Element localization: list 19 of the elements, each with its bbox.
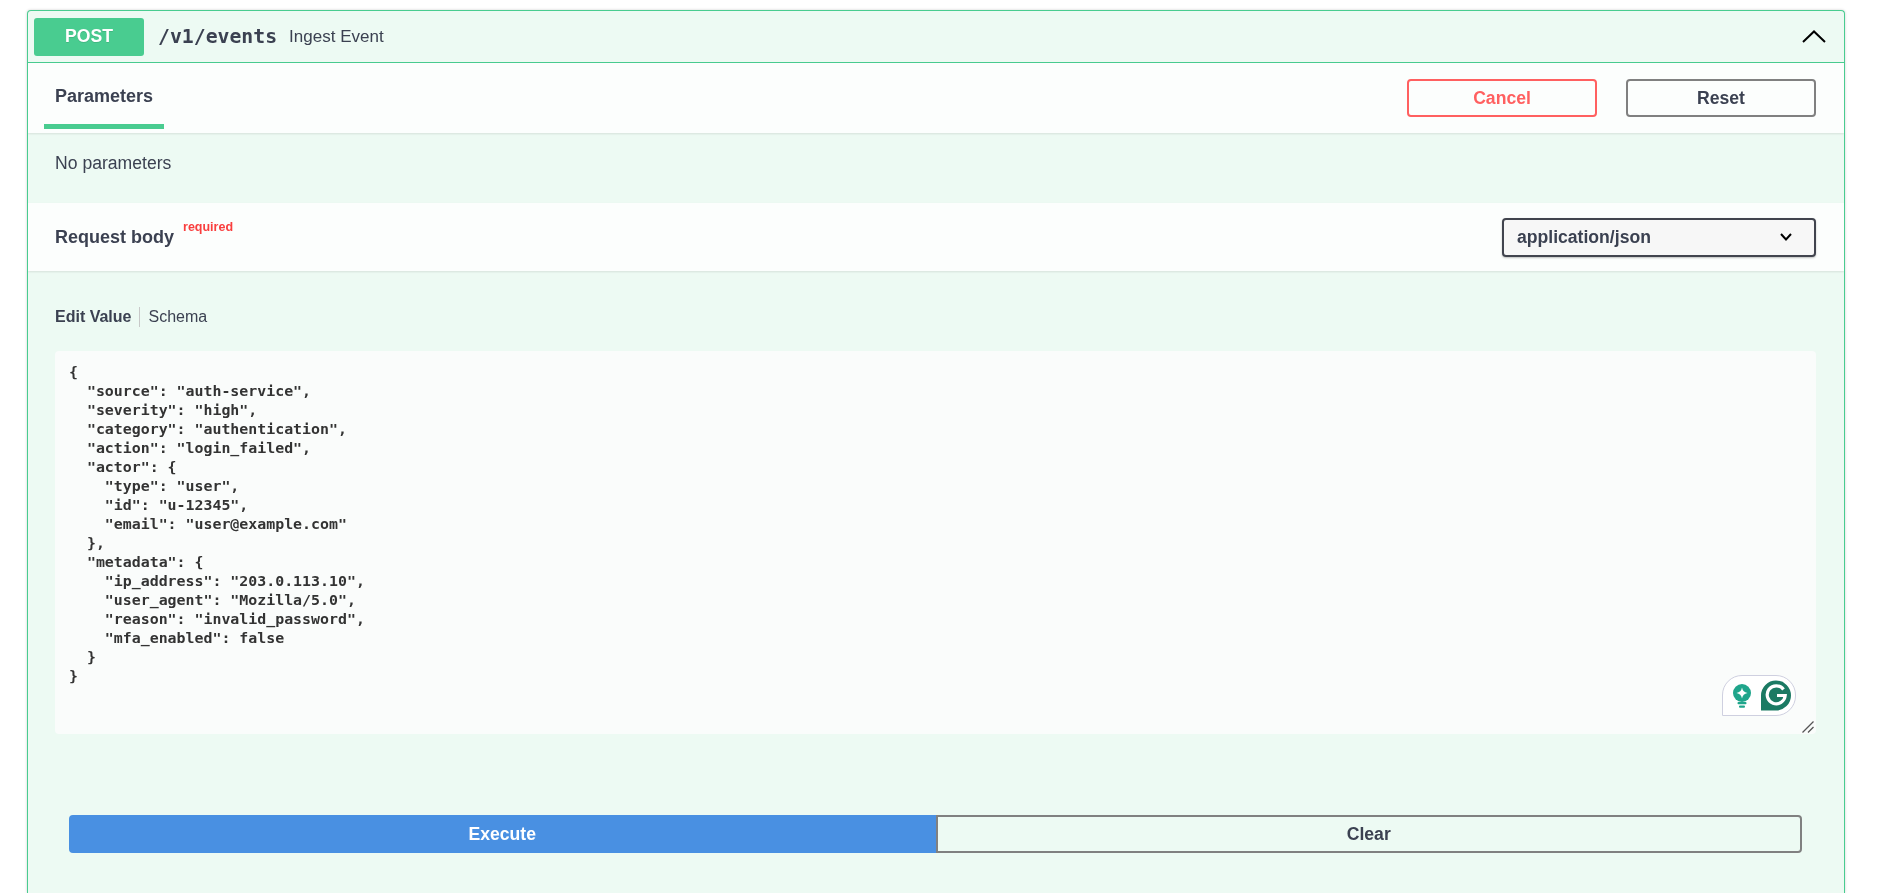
method-badge: POST xyxy=(34,17,144,56)
view-tab[interactable]: Edit Value xyxy=(55,308,132,326)
endpoint-summary: Ingest Event xyxy=(289,26,384,47)
parameters-tab[interactable]: Parameters xyxy=(44,63,165,129)
reset-button[interactable]: Reset xyxy=(1626,79,1816,117)
content-type-dropdown[interactable]: application/json xyxy=(1502,217,1816,257)
chevron-down-icon xyxy=(1780,233,1792,241)
resize-handle-icon[interactable] xyxy=(1802,721,1814,733)
lightbulb-icon[interactable] xyxy=(1732,683,1752,708)
required-label: required xyxy=(183,220,234,234)
view-tab[interactable]: Schema xyxy=(148,308,208,326)
request-body-title: Request body xyxy=(55,226,174,248)
endpoint-path: /v1/events xyxy=(158,25,278,48)
chevron-up-icon[interactable] xyxy=(1802,30,1826,43)
extension-widget[interactable] xyxy=(1722,675,1796,716)
g-logo-icon[interactable] xyxy=(1761,680,1791,711)
clear-button[interactable]: Clear xyxy=(935,815,1802,853)
empty-state-text: No parameters xyxy=(55,152,172,174)
json-editor[interactable]: { "source": "auth-service", "severity": "high", "category": "authentication", "action": "login_failed", "actor": { "type": "user", "id": "u-12345", "email": "user@example.com" }, "metadata": { "ip_address": "203.0.113.10", "user_agent": "Mozilla/5.0", "reason": "invalid_password", "mfa_enabled": false } } xyxy=(55,351,1816,734)
